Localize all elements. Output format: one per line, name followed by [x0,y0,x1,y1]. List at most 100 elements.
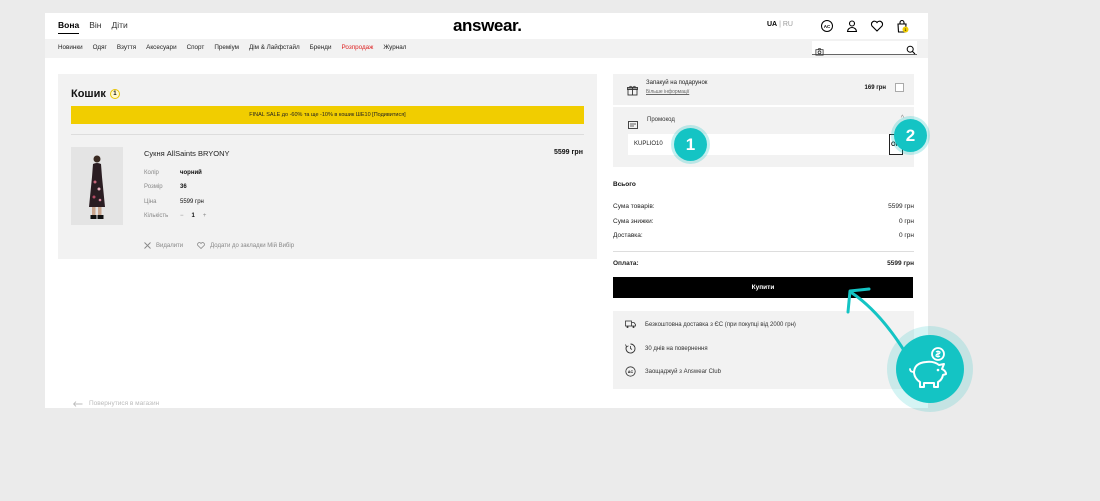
promo-code-input[interactable]: KUPLIO10 [628,134,890,155]
tab-he[interactable]: Він [89,20,101,34]
gift-wrap-panel: Запакуй на подарунок Більше інформації 1… [613,74,914,105]
back-label: Повернутися в магазин [89,400,160,407]
nav-item-journal[interactable]: Журнал [383,44,406,51]
nav-item-brands[interactable]: Бренди [310,44,332,51]
gift-price: 169 грн [864,85,886,91]
order-summary: Всього Сума товарів: 5599 грн Сума знижк… [613,181,914,274]
attr-label: Колір [144,170,159,177]
summary-total-row: Оплата: 5599 грн [613,260,914,275]
product-attributes: Колір чорний Розмір 36 Ціна 5599 грн Кіл… [144,166,206,223]
product-name[interactable]: Сукня AllSaints BRYONY [144,149,230,158]
summary-value: 5599 грн [888,203,914,210]
heart-icon [197,242,206,249]
close-icon [144,242,151,249]
gift-title: Запакуй на подарунок [646,80,708,86]
search-input[interactable] [812,41,917,56]
benefit-shipping: Безкоштовна доставка з ЄС (при покупці в… [625,320,796,329]
attr-quantity: Кількість − 1 + [144,209,206,223]
summary-delivery-row: Доставка: 0 грн [613,232,914,247]
logo[interactable]: answear. [453,16,522,36]
promo-label: Промокод [647,117,675,123]
account-icon[interactable] [845,19,859,33]
benefit-text: Безкоштовна доставка з ЄС (при покупці в… [645,321,796,328]
page-frame: Вона Він Діти answear. UA | RU AC 1 Нови… [45,13,928,408]
summary-discount-row: Сума знижки: 0 грн [613,218,914,233]
benefit-club: AC Заощаджуй з Answear Club [625,366,721,377]
summary-goods-row: Сума товарів: 5599 грн [613,203,914,218]
wishlist-label: Додати до закладки Мій Вибір [210,242,295,249]
lang-separator: | [779,21,781,28]
summary-value: 0 грн [899,232,914,239]
svg-text:AC: AC [824,24,831,29]
cart-count-badge: 1 [109,89,120,99]
wishlist-heart-icon[interactable] [870,19,884,33]
benefits-panel: Безкоштовна доставка з ЄС (при покупці в… [613,311,914,389]
camera-icon[interactable] [815,43,824,61]
language-switcher: UA | RU [767,21,793,28]
nav-item-accessories[interactable]: Аксесуари [146,44,176,51]
arrow-left-icon [73,400,83,407]
chevron-up-icon[interactable]: ^ [901,115,904,122]
benefit-text: Заощаджуй з Answear Club [645,368,721,375]
lang-ua[interactable]: UA [767,21,777,28]
return-clock-icon [625,343,636,354]
attr-price: Ціна 5599 грн [144,195,206,209]
apply-promo-button[interactable]: Ок [889,134,903,155]
gift-wrap-checkbox[interactable] [895,83,904,92]
product-price: 5599 грн [554,149,583,156]
attr-label: Кількість [144,213,169,220]
tab-she[interactable]: Вона [58,20,80,34]
total-label: Оплата: [613,259,639,267]
product-image[interactable] [71,147,123,225]
attr-size: Розмір 36 [144,180,206,194]
ticket-icon [628,116,638,134]
nav-item-shoes[interactable]: Взуття [117,44,136,51]
nav-items: Новинки Одяг Взуття Аксесуари Спорт Прем… [58,44,406,51]
top-bar: Вона Він Діти answear. UA | RU AC 1 [45,13,928,39]
remove-button[interactable]: Видалити [144,242,183,249]
cart-heading: Кошик 1 [71,88,120,100]
attr-value: 36 [180,184,187,191]
search-icon[interactable] [906,42,916,60]
divider [71,134,584,135]
summary-heading: Всього [613,181,636,188]
total-value: 5599 грн [887,259,914,267]
item-actions: Видалити Додати до закладки Мій Вибір [144,242,294,249]
attr-color: Колір чорний [144,166,206,180]
attr-value: 5599 грн [180,198,204,205]
divider [613,250,914,252]
gift-info-link[interactable]: Більше інформації [646,89,689,95]
cart-bag-icon[interactable]: 1 [895,19,909,33]
gift-icon [627,83,638,101]
club-icon: AC [625,366,636,377]
promo-banner[interactable]: FINAL SALE до -60% та ще -10% в кошик ШЕ… [71,106,584,124]
club-icon[interactable]: AC [820,19,834,33]
svg-text:AC: AC [628,370,634,374]
tab-kids[interactable]: Діти [111,20,127,34]
summary-label: Сума товарів: [613,203,655,210]
cart-title: Кошик [71,88,106,100]
summary-value: 0 грн [899,217,914,225]
nav-item-sport[interactable]: Спорт [187,44,205,51]
benefit-text: 30 днів на повернення [645,345,708,352]
benefit-returns: 30 днів на повернення [625,343,708,354]
summary-label: Доставка: [613,232,643,239]
header-icons: AC 1 [820,19,909,33]
nav-item-clothes[interactable]: Одяг [93,44,107,51]
attr-label: Ціна [144,198,157,205]
nav-item-premium[interactable]: Преміум [214,44,239,51]
back-to-shop-link[interactable]: Повернутися в магазин [73,400,159,407]
gender-tabs: Вона Він Діти [58,20,128,34]
attr-label: Розмір [144,184,163,191]
attr-value: чорний [180,170,202,177]
nav-item-new[interactable]: Новинки [58,44,83,51]
remove-label: Видалити [156,242,184,249]
truck-icon [625,320,636,328]
qty-increase-button[interactable]: + [203,213,207,219]
nav-item-sale[interactable]: Розпродаж [341,44,373,51]
lang-ru[interactable]: RU [783,21,793,28]
add-to-wishlist-button[interactable]: Додати до закладки Мій Вибір [197,242,294,249]
nav-item-home-lifestyle[interactable]: Дім & Лайфстайл [249,44,300,51]
buy-button[interactable]: Купити [613,277,913,298]
qty-decrease-button[interactable]: − [180,213,184,219]
